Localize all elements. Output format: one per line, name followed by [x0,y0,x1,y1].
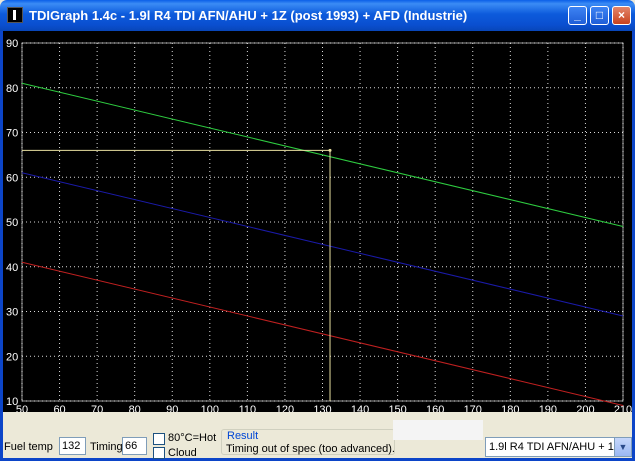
cloud-checkbox[interactable] [153,447,165,459]
x-tick-label: 70 [91,404,103,412]
x-tick-label: 100 [201,404,219,412]
x-tick-label: 180 [501,404,519,412]
series-line-upper [21,82,624,227]
crosshair-point[interactable] [328,148,332,152]
timing-field[interactable]: 66 [122,437,147,455]
maximize-button[interactable]: □ [590,6,609,25]
y-tick-label: 40 [6,262,18,274]
x-tick-label: 170 [464,404,482,412]
hot-checkbox[interactable] [153,433,165,445]
result-legend: Result [225,430,261,442]
y-tick-label: 90 [6,38,18,50]
watermark-overlay [393,420,483,440]
x-tick-label: 80 [129,404,141,412]
x-tick-label: 130 [313,404,331,412]
close-button[interactable]: × [612,6,631,25]
engine-select-value: 1.9l R4 TDI AFN/AHU + 1Z [489,441,621,453]
x-tick-label: 90 [166,404,178,412]
cloud-checkbox-label: Cloud [168,447,197,459]
title-bar[interactable]: TDIGraph 1.4c - 1.9l R4 TDI AFN/AHU + 1Z… [0,0,635,31]
minimize-button[interactable]: _ [568,6,587,25]
y-tick-label: 20 [6,351,18,363]
fuel-temp-label: Fuel temp [4,441,53,453]
y-tick-label: 60 [6,172,18,184]
y-tick-label: 80 [6,83,18,95]
x-tick-label: 50 [16,404,28,412]
y-tick-label: 30 [6,307,18,319]
control-panel: Fuel temp 132 Timing 66 80°C=Hot Cloud R… [3,412,632,459]
window-title: TDIGraph 1.4c - 1.9l R4 TDI AFN/AHU + 1Z… [29,8,468,23]
x-tick-label: 140 [351,404,369,412]
result-text: Timing out of spec (too advanced). [226,443,395,455]
chevron-down-icon[interactable]: ▼ [614,438,631,456]
engine-select[interactable]: 1.9l R4 TDI AFN/AHU + 1Z ▼ [485,437,632,457]
x-tick-label: 190 [539,404,557,412]
y-tick-label: 70 [6,128,18,140]
x-tick-label: 110 [239,404,257,412]
graph-canvas[interactable]: 90807060504030201050 60 70 80 90 100 110 120 130… [3,31,632,412]
fuel-temp-field[interactable]: 132 [59,437,86,455]
x-tick-label: 150 [388,404,406,412]
hot-checkbox-label: 80°C=Hot [168,432,217,444]
series-line-mid [21,172,624,317]
y-tick-label: 50 [6,217,18,229]
timing-graph[interactable]: 90 80 70 60 50 40 30 20 10 50 60 70 80 90 100 110 120 130… [3,31,632,412]
x-tick-label: 60 [53,404,65,412]
x-tick-label: 160 [426,404,444,412]
x-tick-label: 120 [276,404,294,412]
app-icon [7,7,23,23]
timing-label: Timing [90,441,123,453]
x-tick-label: 200 [576,404,594,412]
